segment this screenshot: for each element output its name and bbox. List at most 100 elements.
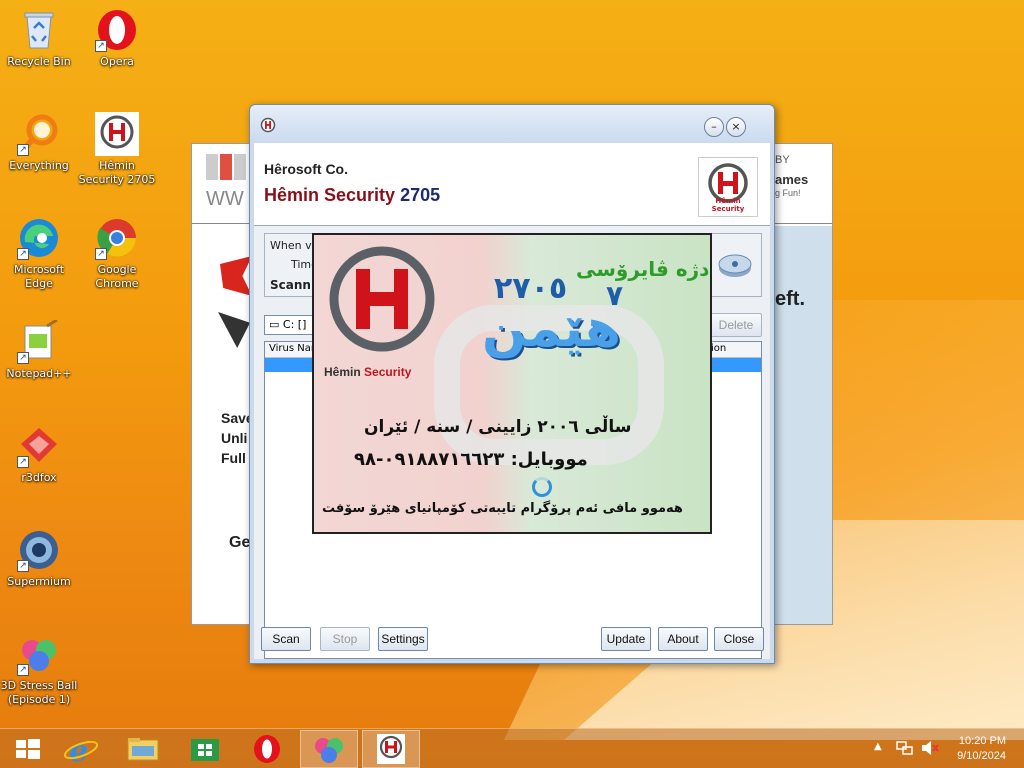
shortcut-arrow-icon: ↗ — [95, 40, 107, 52]
background-games-text: ames — [775, 172, 809, 187]
taskbar-store-button[interactable] — [176, 730, 234, 768]
notepad-plus-plus-icon: ↗ — [17, 318, 61, 364]
splash-headline: دژە ڤایرۆسی — [576, 257, 710, 281]
desktop-icon-label: Microsoft Edge — [13, 263, 65, 290]
splash-rights-line: هەموو مافی ئەم پرۆگرام تایبەتی کۆمپانیای… — [322, 501, 683, 516]
edge-icon: ↗ — [17, 216, 61, 260]
stop-button[interactable]: Stop — [320, 627, 370, 651]
shortcut-arrow-icon: ↗ — [17, 352, 29, 364]
volume-muted-icon[interactable] — [920, 739, 940, 757]
chrome-icon: ↗ — [95, 216, 139, 260]
opera-icon — [254, 735, 280, 763]
splash-logo-icon — [322, 239, 442, 359]
background-by-text: BY — [775, 154, 790, 166]
recycle-bin-icon — [17, 8, 61, 52]
shortcut-arrow-icon: ↗ — [95, 248, 107, 260]
taskbar-explorer-button[interactable] — [114, 730, 172, 768]
desktop-icon-opera[interactable]: ↗ Opera — [78, 8, 156, 69]
desktop-icon-label: Google Chrome — [95, 263, 139, 290]
loading-spinner-icon — [532, 477, 552, 497]
system-clock[interactable]: 10:20 PM 9/10/2024 — [957, 734, 1006, 764]
shortcut-arrow-icon: ↗ — [17, 456, 29, 468]
everything-search-icon: ↗ — [17, 112, 61, 156]
delete-button[interactable]: Delete — [710, 313, 762, 337]
desktop-icon-label: Supermium — [7, 575, 71, 588]
internet-explorer-icon: e — [63, 734, 99, 768]
about-button[interactable]: About — [658, 627, 708, 651]
taskbar-hemin-security-button[interactable] — [362, 730, 420, 768]
scan-button[interactable]: Scan — [261, 627, 311, 651]
desktop-icon-label: Hêmin Security 2705 — [78, 159, 156, 186]
shortcut-arrow-icon: ↗ — [17, 248, 29, 260]
shortcut-arrow-icon: ↗ — [17, 144, 29, 156]
app-header: Hêrosoft Co. Hêmin Security 2705 Hêmin S… — [254, 143, 770, 226]
desktop-icon-supermium[interactable]: ↗ Supermium — [0, 528, 78, 589]
network-icon[interactable] — [896, 739, 914, 757]
background-blue-panel — [772, 226, 832, 624]
product-version: 2705 — [400, 185, 441, 205]
desktop-icon-edge[interactable]: ↗ Microsoft Edge — [0, 216, 78, 291]
hemin-security-icon — [95, 112, 139, 156]
desktop-icon-recycle-bin[interactable]: Recycle Bin — [0, 8, 78, 69]
splash-year-line: ساڵی ٢٠٠٦ زایینی / سنە / ئێران — [364, 417, 632, 437]
desktop-icon-label: Recycle Bin — [7, 55, 71, 68]
drive-scan-icon — [717, 250, 753, 280]
background-dark-graphic — [218, 312, 250, 348]
column-action[interactable]: ion — [711, 343, 726, 354]
desktop-icon-label: Notepad++ — [6, 367, 72, 380]
background-red-graphic — [220, 256, 252, 296]
show-hidden-icons-chevron-icon[interactable]: ▲ — [874, 741, 882, 752]
desktop-icon-label: 3D Stress Ball (Episode 1) — [0, 679, 78, 706]
background-logo-icon — [206, 154, 246, 180]
app-title-icon — [260, 117, 276, 133]
folder-icon — [127, 738, 159, 761]
svg-text:e: e — [69, 734, 88, 768]
taskbar: e ▲ 10:20 PM 9/10/2024 — [0, 728, 1024, 768]
close-button[interactable]: Close — [714, 627, 764, 651]
stress-ball-icon — [315, 738, 343, 763]
background-footer-text: Ge — [229, 534, 251, 551]
splash-logo-caption: Hêmin Security — [324, 365, 411, 379]
desktop-icon-hemin-security[interactable]: Hêmin Security 2705 — [78, 112, 156, 187]
r3dfox-icon: ↗ — [17, 424, 61, 468]
update-button[interactable]: Update — [601, 627, 651, 651]
opera-icon: ↗ — [95, 8, 139, 52]
splash-logo-caption-first: Hêmin — [324, 365, 361, 379]
splash-mobile-line: مووبایل: ٠٩١٨٨٧١٦٦٢٣-٩٨ — [354, 449, 588, 470]
desktop-icon-chrome[interactable]: ↗ Google Chrome — [78, 216, 156, 291]
taskbar-ie-button[interactable]: e — [52, 730, 110, 768]
scanning-label: Scanni — [270, 278, 316, 292]
desktop-icon-everything[interactable]: ↗ Everything — [0, 112, 78, 173]
desktop-icon-label: Everything — [9, 159, 69, 172]
logo-caption: Hêmin Security — [711, 197, 745, 213]
desktop-icon-label: Opera — [100, 55, 134, 68]
taskbar-stress-ball-button[interactable] — [300, 730, 358, 768]
background-feature-line-3: Full — [221, 450, 246, 466]
hemin-security-icon — [377, 734, 405, 764]
supermium-icon: ↗ — [17, 528, 61, 572]
shortcut-arrow-icon: ↗ — [17, 560, 29, 572]
drive-label: C: [] — [282, 318, 307, 331]
clock-date: 9/10/2024 — [957, 750, 1006, 762]
desktop-icon-3d-stress-ball[interactable]: ↗ 3D Stress Ball (Episode 1) — [0, 632, 78, 707]
desktop-icon-label: r3dfox — [21, 471, 57, 484]
minimize-button[interactable]: – — [704, 117, 724, 137]
settings-button[interactable]: Settings — [378, 627, 428, 651]
drive-selector[interactable]: ▭ C: [] — [264, 315, 314, 335]
taskbar-opera-button[interactable] — [238, 730, 296, 768]
close-window-button[interactable]: × — [726, 117, 746, 137]
shortcut-arrow-icon: ↗ — [17, 664, 29, 676]
window-titlebar[interactable]: – × — [250, 105, 774, 143]
store-icon — [191, 739, 219, 761]
splash-name: هێمن — [482, 299, 621, 359]
splash-screen: Hêmin Security دژە ڤایرۆسی ٧ ٢٧٠٥ هێمن س… — [312, 233, 712, 534]
desktop-icon-r3dfox[interactable]: ↗ r3dfox — [0, 424, 78, 485]
product-title: Hêmin Security 2705 — [264, 185, 440, 206]
drive-icon: ▭ — [269, 318, 280, 331]
background-brand-text: WW — [206, 188, 244, 210]
desktop-icon-notepadpp[interactable]: ↗ Notepad++ — [0, 318, 78, 381]
splash-logo-caption-second: Security — [364, 365, 412, 379]
clock-time: 10:20 PM — [958, 735, 1006, 747]
start-button[interactable] — [0, 730, 58, 768]
company-name: Hêrosoft Co. — [264, 161, 348, 177]
